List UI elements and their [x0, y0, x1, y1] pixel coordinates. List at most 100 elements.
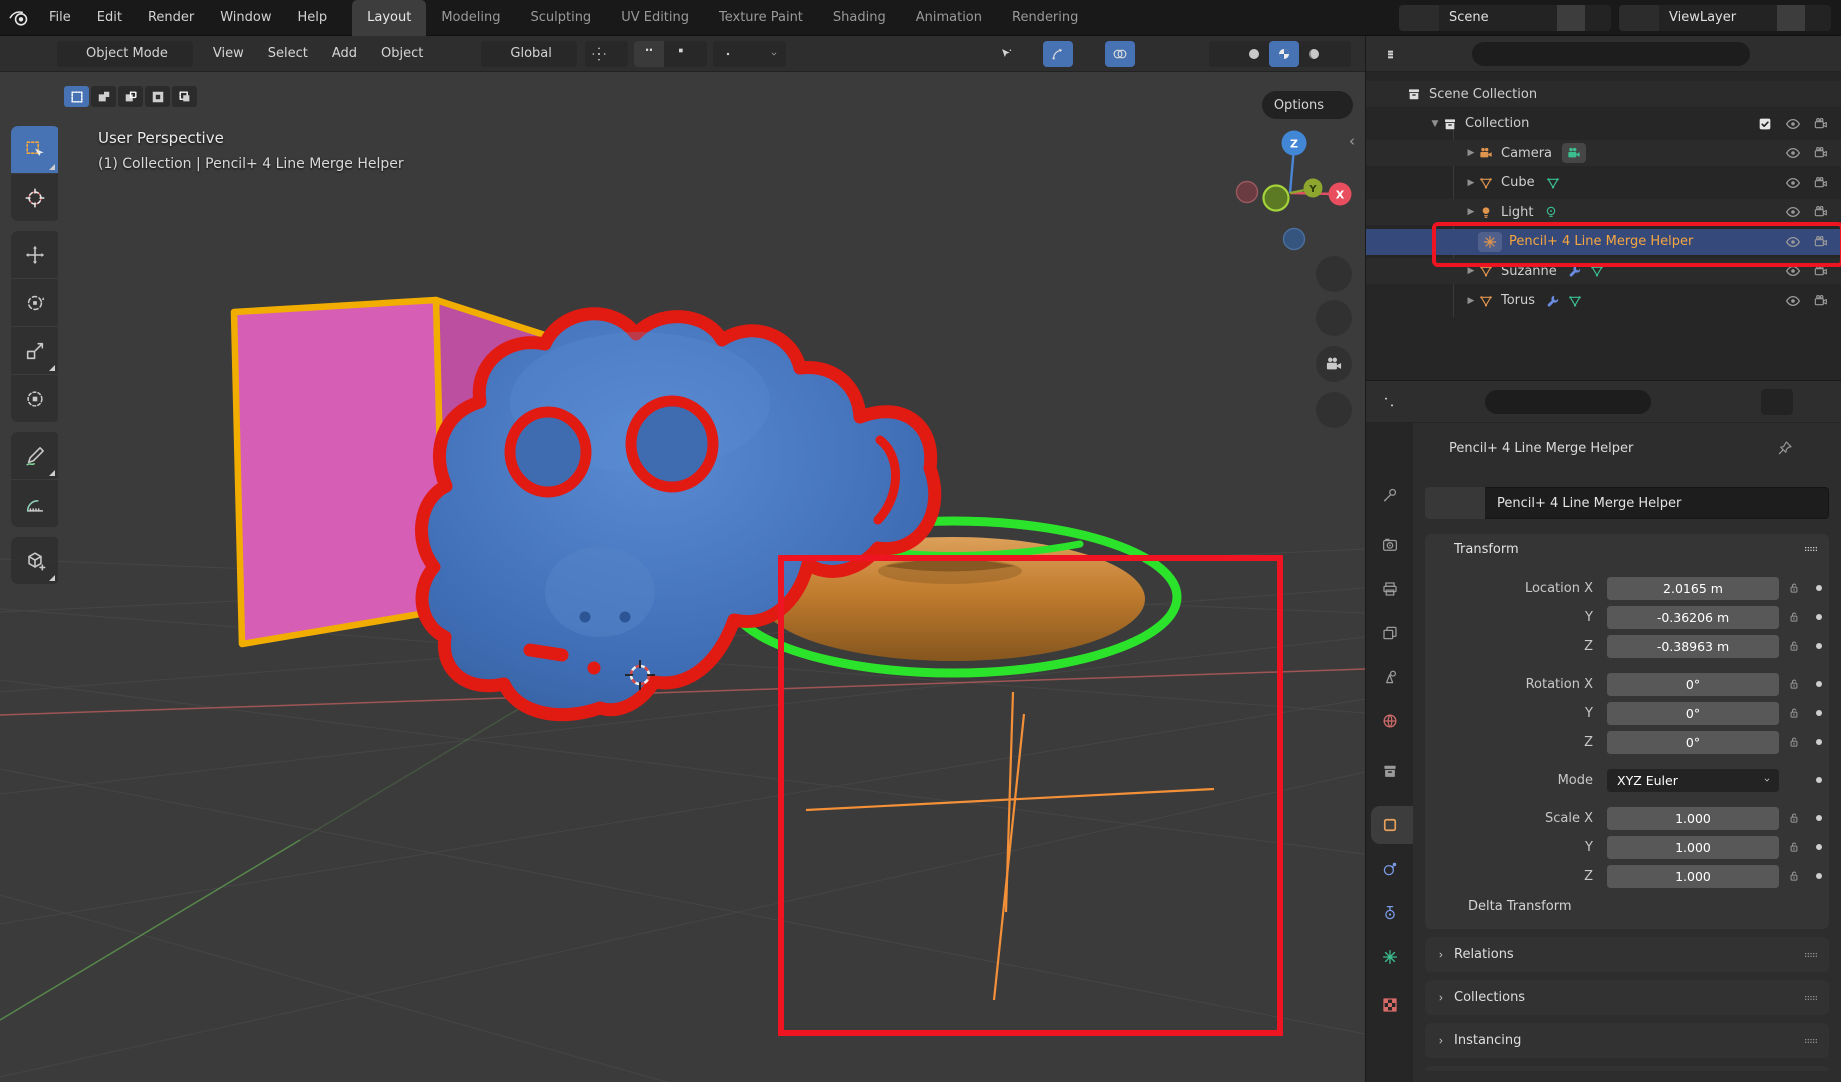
properties-tab-object[interactable]	[1366, 808, 1413, 842]
properties-tab-texture[interactable]	[1366, 988, 1413, 1022]
pin-icon[interactable]	[1777, 440, 1793, 456]
panel-collections[interactable]: Collections	[1425, 980, 1829, 1015]
outliner-row-pencil-4-line-merge-helper[interactable]: Pencil+ 4 Line Merge Helper	[1366, 229, 1841, 255]
tool-add-cube-button[interactable]	[11, 537, 58, 584]
lock-toggle[interactable]	[1787, 869, 1801, 883]
proportional-falloff-dropdown[interactable]	[743, 41, 786, 67]
viewport-menu-view[interactable]: View	[201, 46, 256, 61]
properties-search-input[interactable]	[1485, 390, 1651, 414]
disable-in-renders-toggle[interactable]	[1813, 234, 1829, 250]
disable-in-renders-toggle[interactable]	[1813, 263, 1829, 279]
shading-material-button[interactable]	[1269, 41, 1299, 67]
mode-selector[interactable]: Object Mode	[57, 41, 193, 67]
grip-icon[interactable]	[1803, 541, 1819, 557]
outliner-row-camera[interactable]: ▶Camera	[1366, 140, 1841, 166]
animate-property-button[interactable]	[1809, 739, 1829, 745]
value-slider[interactable]: 0°	[1607, 731, 1779, 754]
hide-in-viewport-toggle[interactable]	[1784, 174, 1802, 192]
outliner-row-scene-collection[interactable]: Scene Collection	[1366, 81, 1841, 107]
gizmo-neg-x-ball[interactable]	[1237, 182, 1258, 203]
show-gizmos-toggle[interactable]	[1043, 41, 1073, 67]
snap-toggle[interactable]	[634, 41, 664, 67]
outliner-item-label[interactable]: Suzanne	[1501, 264, 1557, 279]
editor-type-button[interactable]	[6, 41, 51, 67]
scene-copy-button[interactable]	[1557, 5, 1585, 31]
menu-render[interactable]: Render	[135, 0, 207, 36]
outliner-item-label[interactable]: Pencil+ 4 Line Merge Helper	[1509, 234, 1693, 249]
workspace-tab-uv-editing[interactable]: UV Editing	[606, 0, 704, 36]
gizmos-dropdown[interactable]	[1073, 48, 1093, 60]
collapse-arrow-icon[interactable]: ▶	[1464, 207, 1478, 217]
scene-datablock-button[interactable]	[1399, 5, 1439, 31]
hide-in-viewport-toggle[interactable]	[1784, 144, 1802, 162]
properties-tab-tool[interactable]	[1366, 478, 1413, 512]
snap-settings-dropdown[interactable]	[664, 41, 707, 67]
lock-toggle[interactable]	[1787, 581, 1801, 595]
disable-in-renders-toggle[interactable]	[1813, 116, 1829, 132]
scene-unlink-button[interactable]	[1585, 5, 1611, 31]
value-slider[interactable]: -0.36206 m	[1607, 606, 1779, 629]
outliner-row-light[interactable]: ▶Light	[1366, 199, 1841, 225]
xray-toggle[interactable]	[1169, 41, 1199, 67]
select-mode-4-button[interactable]	[145, 86, 170, 107]
lock-toggle[interactable]	[1787, 677, 1801, 691]
lock-toggle[interactable]	[1787, 610, 1801, 624]
scene-name[interactable]: Scene	[1439, 10, 1557, 25]
menu-window[interactable]: Window	[207, 0, 284, 36]
proportional-edit-toggle[interactable]	[713, 41, 743, 67]
lock-toggle[interactable]	[1787, 706, 1801, 720]
animate-property-button[interactable]	[1809, 710, 1829, 716]
gizmo-y-front-ball[interactable]	[1264, 186, 1289, 211]
expand-arrow-icon[interactable]: ▼	[1428, 119, 1442, 129]
properties-tab-output[interactable]	[1366, 572, 1413, 606]
hide-in-viewport-toggle[interactable]	[1784, 262, 1802, 280]
animate-property-button[interactable]	[1809, 815, 1829, 821]
outliner-filter-button[interactable]	[1756, 41, 1799, 67]
outliner-item-label[interactable]: Cube	[1501, 175, 1535, 190]
3d-scene[interactable]	[0, 72, 1365, 1082]
workspace-tab-shading[interactable]: Shading	[818, 0, 901, 36]
scene-selector[interactable]: Scene	[1399, 5, 1611, 31]
lock-toggle[interactable]	[1787, 639, 1801, 653]
tool-annotate-button[interactable]	[11, 432, 58, 479]
collection-checkbox[interactable]	[1757, 116, 1773, 132]
animate-property-button[interactable]	[1809, 777, 1829, 783]
lock-toggle[interactable]	[1787, 811, 1801, 825]
select-mode-1-button[interactable]	[64, 86, 89, 107]
value-slider[interactable]: 1.000	[1607, 836, 1779, 859]
viewlayer-copy-button[interactable]	[1777, 5, 1805, 31]
panel-relations[interactable]: Relations	[1425, 937, 1829, 972]
workspace-tab-texture-paint[interactable]: Texture Paint	[704, 0, 818, 36]
hide-in-viewport-toggle[interactable]	[1784, 292, 1802, 310]
orthographic-toggle-button[interactable]	[1316, 392, 1352, 428]
tool-transform-button[interactable]	[11, 375, 58, 422]
new-collection-button[interactable]	[1805, 41, 1833, 67]
workspace-tab-rendering[interactable]: Rendering	[997, 0, 1093, 36]
workspace-tab-layout[interactable]: Layout	[352, 0, 426, 36]
value-slider[interactable]: 2.0165 m	[1607, 577, 1779, 600]
pivot-point-dropdown[interactable]	[585, 41, 628, 67]
menu-help[interactable]: Help	[285, 0, 341, 36]
outliner-item-label[interactable]: Scene Collection	[1429, 87, 1537, 102]
viewlayer-datablock-button[interactable]	[1619, 5, 1659, 31]
value-slider[interactable]: 1.000	[1607, 807, 1779, 830]
zoom-button[interactable]	[1316, 256, 1352, 292]
properties-tab-view-layer[interactable]	[1366, 616, 1413, 650]
pan-button[interactable]	[1316, 300, 1352, 336]
outliner-filter-display-button[interactable]	[1423, 41, 1466, 67]
outliner-search-input[interactable]	[1472, 42, 1750, 66]
shading-solid-button[interactable]	[1239, 41, 1269, 67]
outliner-item-label[interactable]: Torus	[1501, 293, 1535, 308]
select-mode-2-button[interactable]	[91, 86, 116, 107]
value-slider[interactable]: 0°	[1607, 702, 1779, 725]
object-name-field[interactable]	[1485, 487, 1829, 519]
outliner-row-collection[interactable]: ▼Collection	[1366, 111, 1841, 137]
rotation-mode-dropdown[interactable]: XYZ Euler	[1607, 769, 1779, 792]
camera-view-button[interactable]	[1316, 346, 1352, 382]
animate-property-button[interactable]	[1809, 844, 1829, 850]
shading-wireframe-button[interactable]	[1209, 41, 1239, 67]
properties-tab-render[interactable]	[1366, 528, 1413, 562]
hide-in-viewport-toggle[interactable]	[1784, 233, 1802, 251]
disable-in-renders-toggle[interactable]	[1813, 145, 1829, 161]
disable-in-renders-toggle[interactable]	[1813, 204, 1829, 220]
